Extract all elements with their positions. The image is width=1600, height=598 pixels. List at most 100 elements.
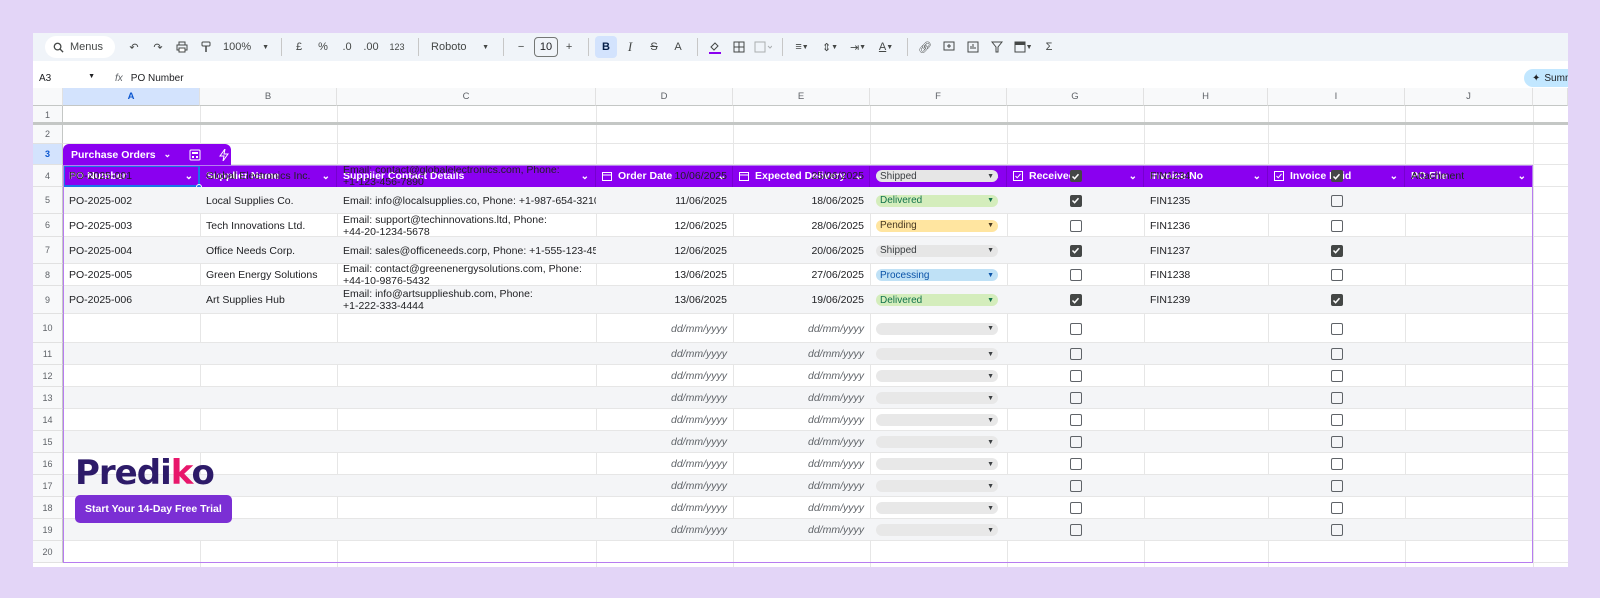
chart-icon[interactable] xyxy=(962,36,984,58)
status-cell[interactable]: Delivered ▼ xyxy=(870,286,1007,314)
row-header-20[interactable]: 20 xyxy=(33,541,63,563)
link-icon[interactable]: 🔗︎ xyxy=(914,36,936,58)
expected-delivery-cell[interactable]: 28/06/2025 xyxy=(733,214,870,237)
status-dropdown[interactable]: Delivered ▼ xyxy=(876,294,998,306)
status-dropdown[interactable]: ▼ xyxy=(876,480,998,492)
column-header-b[interactable]: B xyxy=(200,88,337,106)
free-trial-button[interactable]: Start Your 14-Day Free Trial xyxy=(75,495,232,523)
text-wrap-icon[interactable]: ⇥ ▼ xyxy=(845,36,871,58)
row-header-15[interactable]: 15 xyxy=(33,431,63,453)
checkbox[interactable] xyxy=(1069,219,1082,232)
checkbox[interactable] xyxy=(1330,294,1343,306)
supplier-contact-cell[interactable]: Email: info@localsupplies.co, Phone: +1-… xyxy=(337,187,596,214)
order-date-cell[interactable]: 11/06/2025 xyxy=(596,187,733,214)
order-date-cell[interactable]: 13/06/2025 xyxy=(596,286,733,314)
column-header-g[interactable]: G xyxy=(1007,88,1144,106)
borders-icon[interactable] xyxy=(728,36,750,58)
paint-format-icon[interactable] xyxy=(195,36,217,58)
checkbox[interactable] xyxy=(1330,348,1343,360)
po-file-cell[interactable]: Attachment xyxy=(1405,165,1533,187)
expected-delivery-cell[interactable]: dd/mm/yyyy xyxy=(733,431,870,453)
order-date-cell[interactable]: dd/mm/yyyy xyxy=(596,365,733,387)
column-header-j[interactable]: J xyxy=(1405,88,1533,106)
checkbox[interactable] xyxy=(1330,370,1343,382)
order-date-cell[interactable]: dd/mm/yyyy xyxy=(596,314,733,343)
row-header-2[interactable]: 2 xyxy=(33,125,63,144)
expected-delivery-cell[interactable]: dd/mm/yyyy xyxy=(733,497,870,519)
row-header-10[interactable]: 10 xyxy=(33,314,63,343)
invoice-paid-cell[interactable] xyxy=(1268,453,1405,475)
supplier-name-cell[interactable]: Local Supplies Co. xyxy=(200,187,337,214)
checkbox[interactable] xyxy=(1069,524,1082,536)
filter-icon[interactable] xyxy=(986,36,1008,58)
status-dropdown[interactable]: ▼ xyxy=(876,502,998,514)
column-header-i[interactable]: I xyxy=(1268,88,1405,106)
row-header-11[interactable]: 11 xyxy=(33,343,63,365)
received-cell[interactable] xyxy=(1007,453,1144,475)
vertical-align-icon[interactable]: ⇕ ▼ xyxy=(817,36,843,58)
checkbox[interactable] xyxy=(1069,348,1082,360)
expected-delivery-cell[interactable]: dd/mm/yyyy xyxy=(733,409,870,431)
invoice-paid-cell[interactable] xyxy=(1268,286,1405,314)
received-cell[interactable] xyxy=(1007,475,1144,497)
invoice-paid-cell[interactable] xyxy=(1268,519,1405,541)
expected-delivery-cell[interactable]: dd/mm/yyyy xyxy=(733,475,870,497)
received-cell[interactable] xyxy=(1007,409,1144,431)
column-header-a[interactable]: A xyxy=(63,88,200,106)
checkbox[interactable] xyxy=(1069,370,1082,382)
checkbox[interactable] xyxy=(1330,458,1343,470)
comment-icon[interactable] xyxy=(938,36,960,58)
functions-button[interactable]: Σ xyxy=(1038,36,1060,58)
zoom-select[interactable]: 100% ▼ xyxy=(219,36,273,58)
po-file-cell[interactable] xyxy=(1405,286,1533,314)
status-dropdown[interactable]: ▼ xyxy=(876,322,998,335)
font-select[interactable]: Roboto ▼ xyxy=(425,36,495,58)
strikethrough-button[interactable]: S xyxy=(643,36,665,58)
checkbox[interactable] xyxy=(1069,414,1082,426)
supplier-name-cell[interactable]: Green Energy Solutions xyxy=(200,264,337,286)
italic-button[interactable]: I xyxy=(619,36,641,58)
checkbox[interactable] xyxy=(1330,219,1343,232)
order-date-cell[interactable]: 12/06/2025 xyxy=(596,214,733,237)
invoice-paid-cell[interactable] xyxy=(1268,431,1405,453)
order-date-cell[interactable]: 12/06/2025 xyxy=(596,237,733,264)
table-name-tab[interactable]: Purchase Orders ⌄ xyxy=(63,144,231,165)
row-header-7[interactable]: 7 xyxy=(33,237,63,264)
status-dropdown[interactable]: ▼ xyxy=(876,458,998,470)
expected-delivery-cell[interactable]: dd/mm/yyyy xyxy=(733,365,870,387)
status-dropdown[interactable]: ▼ xyxy=(876,414,998,426)
received-cell[interactable] xyxy=(1007,187,1144,214)
received-cell[interactable] xyxy=(1007,365,1144,387)
status-dropdown[interactable]: Shipped ▼ xyxy=(876,170,998,182)
row-header-14[interactable]: 14 xyxy=(33,409,63,431)
status-dropdown[interactable]: Processing ▼ xyxy=(876,269,998,281)
supplier-contact-cell[interactable]: Email: contact@greenenergysolutions.com,… xyxy=(337,264,596,286)
percent-format-button[interactable]: % xyxy=(312,36,334,58)
po-number-cell[interactable]: PO-2025-005 xyxy=(63,264,200,286)
po-file-cell[interactable] xyxy=(1405,187,1533,214)
checkbox[interactable] xyxy=(1330,322,1343,335)
bolt-icon[interactable] xyxy=(219,148,230,161)
order-date-cell[interactable]: dd/mm/yyyy xyxy=(596,497,733,519)
status-cell[interactable]: Processing ▼ xyxy=(870,264,1007,286)
checkbox[interactable] xyxy=(1069,194,1082,207)
expected-delivery-cell[interactable]: dd/mm/yyyy xyxy=(733,343,870,365)
order-date-cell[interactable]: dd/mm/yyyy xyxy=(596,431,733,453)
table-views-icon[interactable]: ▼ xyxy=(1010,36,1036,58)
bold-button[interactable]: B xyxy=(595,36,618,58)
checkbox[interactable] xyxy=(1069,244,1082,257)
decrease-decimal-button[interactable]: .0 xyxy=(336,36,358,58)
status-cell[interactable]: Delivered ▼ xyxy=(870,187,1007,214)
row-header-4[interactable]: 4 xyxy=(33,165,63,187)
column-header-h[interactable]: H xyxy=(1144,88,1268,106)
expected-delivery-cell[interactable]: dd/mm/yyyy xyxy=(733,314,870,343)
decrease-font-size-button[interactable]: − xyxy=(510,36,532,58)
invoice-paid-cell[interactable] xyxy=(1268,387,1405,409)
supplier-contact-cell[interactable]: Email: info@artsupplieshub.com, Phone: +1… xyxy=(337,286,596,314)
row-header-19[interactable]: 19 xyxy=(33,519,63,541)
checkbox[interactable] xyxy=(1330,480,1343,492)
invoice-no-cell[interactable]: FIN1234 xyxy=(1144,165,1268,187)
column-header-d[interactable]: D xyxy=(596,88,733,106)
checkbox[interactable] xyxy=(1069,392,1082,404)
po-number-cell[interactable]: PO-2025-004 xyxy=(63,237,200,264)
